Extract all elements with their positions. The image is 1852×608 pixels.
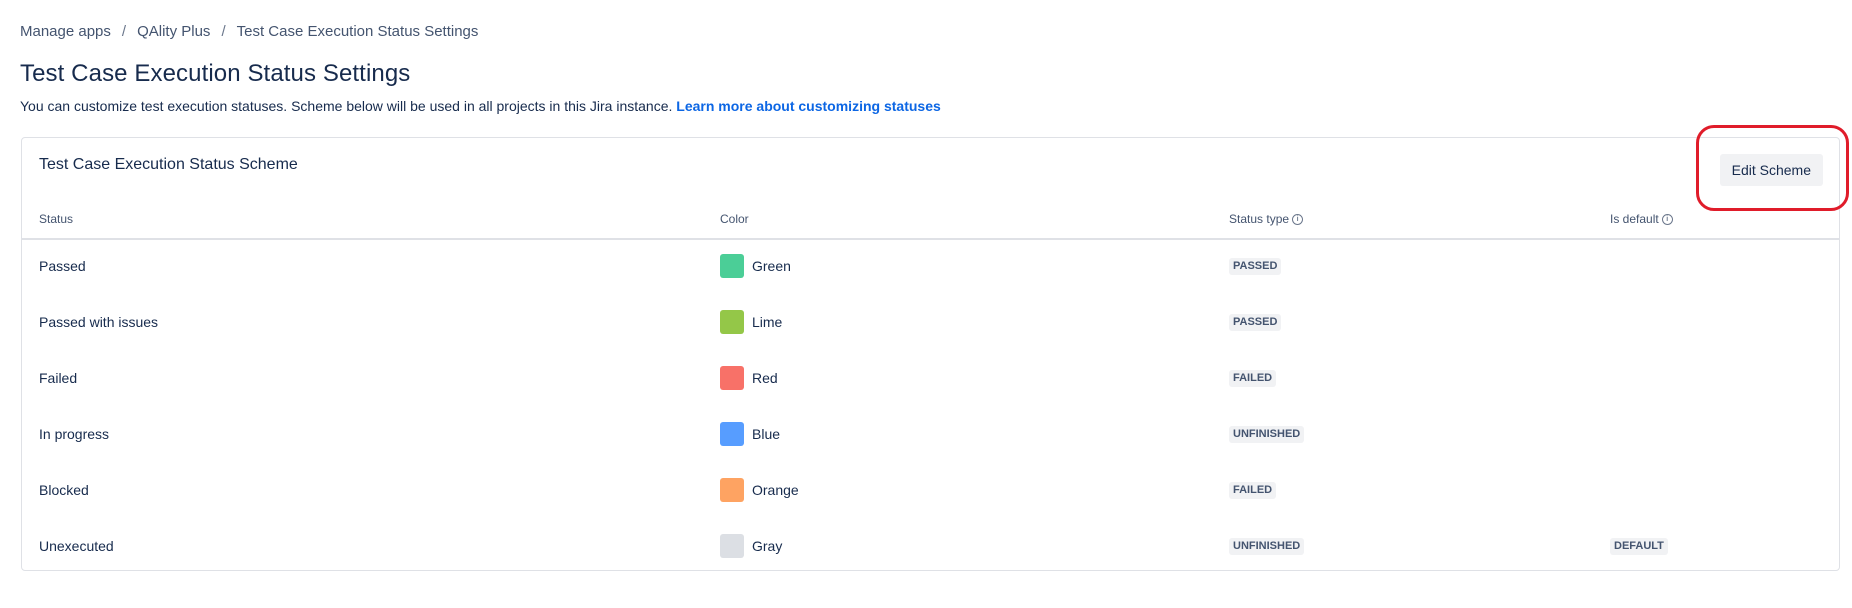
status-type-lozenge: UNFINISHED <box>1229 425 1305 443</box>
color-swatch <box>720 254 744 278</box>
status-type-cell: FAILED <box>1229 350 1277 406</box>
table-body: Passed Green PASSED Passed with issues L… <box>22 238 1839 574</box>
info-icon[interactable]: i <box>1292 213 1304 225</box>
info-icon[interactable]: i <box>1661 213 1673 225</box>
description-text: You can customize test execution statuse… <box>20 98 673 114</box>
status-type-lozenge: PASSED <box>1229 257 1282 275</box>
edit-scheme-highlight-annotation <box>1696 125 1849 211</box>
table-header: Status Color Status type i Is default i <box>22 212 1839 240</box>
status-type-lozenge: FAILED <box>1229 369 1277 387</box>
page: Manage apps / QAlity Plus / Test Case Ex… <box>0 0 1852 608</box>
column-header-status-label: Status <box>39 212 74 226</box>
color-cell: Orange <box>720 462 799 518</box>
column-header-color-label: Color <box>720 212 749 226</box>
status-type-lozenge: UNFINISHED <box>1229 537 1305 555</box>
breadcrumb-current[interactable]: Test Case Execution Status Settings <box>237 23 479 40</box>
color-cell: Red <box>720 350 778 406</box>
status-type-cell: PASSED <box>1229 294 1282 350</box>
page-title: Test Case Execution Status Settings <box>20 60 411 87</box>
status-name: Blocked <box>39 482 89 498</box>
column-header-status-type-label: Status type <box>1229 212 1290 226</box>
table-row: In progress Blue UNFINISHED <box>22 406 1839 462</box>
status-name: In progress <box>39 426 110 442</box>
status-name: Unexecuted <box>39 538 114 554</box>
color-name: Blue <box>752 426 781 442</box>
color-swatch <box>720 478 744 502</box>
color-cell: Blue <box>720 406 780 462</box>
column-header-color: Color <box>720 212 749 226</box>
breadcrumb-separator: / <box>221 23 226 40</box>
table-row: Unexecuted Gray UNFINISHED DEFAULT <box>22 518 1839 574</box>
color-cell: Green <box>720 238 791 294</box>
color-name: Gray <box>752 538 783 554</box>
color-name: Green <box>752 258 791 274</box>
column-header-is-default: Is default i <box>1610 212 1673 226</box>
status-type-lozenge: FAILED <box>1229 481 1277 499</box>
color-swatch <box>720 422 744 446</box>
breadcrumb-qality-plus[interactable]: QAlity Plus <box>137 23 210 40</box>
status-type-cell: PASSED <box>1229 238 1282 294</box>
column-header-status-type: Status type i <box>1229 212 1304 226</box>
table-row: Failed Red FAILED <box>22 350 1839 406</box>
status-type-cell: FAILED <box>1229 462 1277 518</box>
status-name: Passed with issues <box>39 314 159 330</box>
default-lozenge: DEFAULT <box>1610 537 1668 555</box>
color-cell: Lime <box>720 294 782 350</box>
color-name: Red <box>752 370 778 386</box>
table-row: Blocked Orange FAILED <box>22 462 1839 518</box>
scheme-title: Test Case Execution Status Scheme <box>39 156 298 173</box>
page-description: You can customize test execution statuse… <box>20 98 941 114</box>
status-type-cell: UNFINISHED <box>1229 406 1305 462</box>
color-name: Lime <box>752 314 783 330</box>
column-header-status: Status <box>39 212 73 226</box>
color-swatch <box>720 310 744 334</box>
color-cell: Gray <box>720 518 782 574</box>
breadcrumb: Manage apps / QAlity Plus / Test Case Ex… <box>20 23 478 40</box>
learn-more-link[interactable]: Learn more about customizing statuses <box>676 98 941 114</box>
color-swatch <box>720 366 744 390</box>
status-type-cell: UNFINISHED <box>1229 518 1305 574</box>
color-swatch <box>720 534 744 558</box>
status-name: Passed <box>39 258 86 274</box>
breadcrumb-separator: / <box>121 23 127 40</box>
status-type-lozenge: PASSED <box>1229 313 1282 331</box>
status-name: Failed <box>39 370 78 386</box>
table-row: Passed Green PASSED <box>22 238 1839 294</box>
table-row: Passed with issues Lime PASSED <box>22 294 1839 350</box>
status-scheme-card: Test Case Execution Status Scheme Edit S… <box>21 137 1840 571</box>
is-default-cell: DEFAULT <box>1610 518 1668 574</box>
color-name: Orange <box>752 482 799 498</box>
breadcrumb-manage-apps[interactable]: Manage apps <box>20 23 111 40</box>
column-header-is-default-label: Is default <box>1610 212 1659 226</box>
